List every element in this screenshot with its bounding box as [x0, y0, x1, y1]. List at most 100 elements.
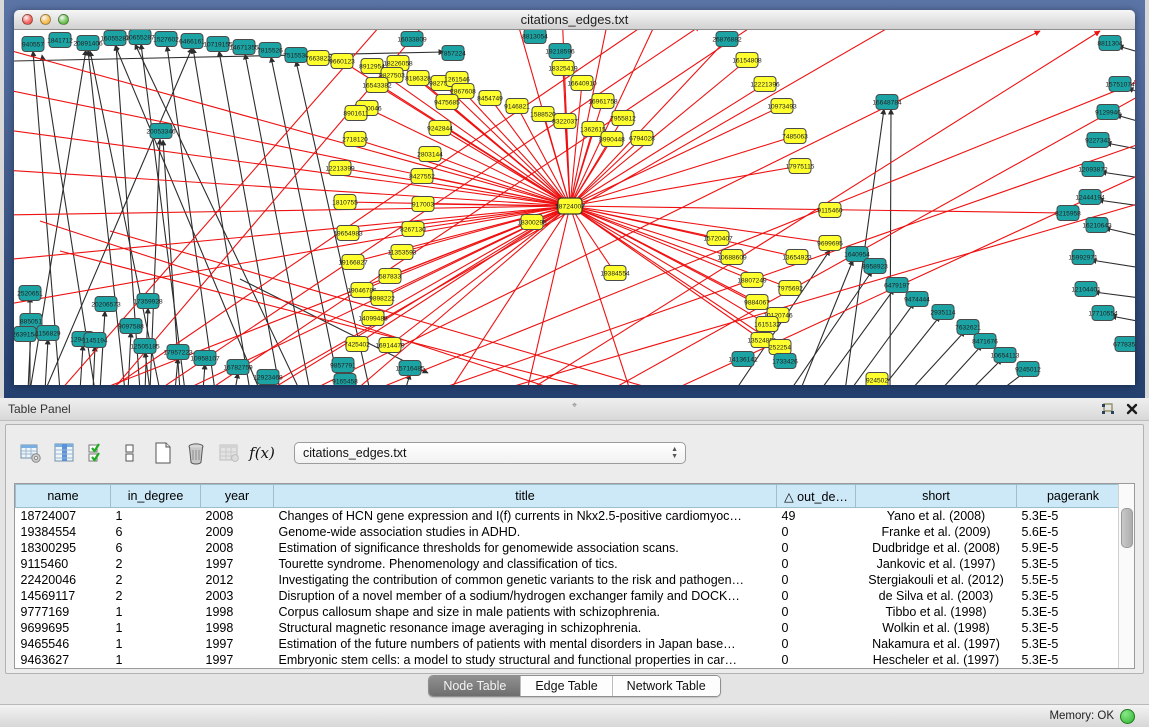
graph-node[interactable]: 12923468	[253, 370, 283, 385]
graph-node[interactable]: 1527602	[153, 32, 179, 47]
graph-node[interactable]: 15720407	[703, 231, 733, 246]
graph-node[interactable]: 9699695	[817, 236, 843, 251]
graph-node[interactable]: 9146821	[504, 99, 530, 114]
graph-node[interactable]: 20053346	[146, 124, 176, 139]
table-cell[interactable]: Tourette syndrome. Phenomenology and cla…	[274, 556, 777, 572]
table-combobox[interactable]: citations_edges.txt ▲▼	[294, 442, 686, 464]
graph-node[interactable]: 16210643	[1082, 218, 1112, 233]
graph-node[interactable]: 8958923	[862, 259, 888, 274]
graph-node[interactable]: 20206573	[91, 297, 121, 312]
column-header-in_degree[interactable]: in_degree	[111, 485, 201, 508]
graph-node[interactable]: 13654923	[782, 250, 812, 265]
table-cell[interactable]: 2	[111, 556, 201, 572]
graph-node[interactable]: 12444194	[1075, 190, 1105, 205]
table-cell[interactable]: 0	[777, 556, 856, 572]
graph-node[interactable]: 12213399	[325, 161, 355, 176]
table-cell[interactable]: 2003	[201, 588, 274, 604]
table-row[interactable]: 1872400712008Changes of HCN gene express…	[16, 508, 1130, 525]
tab-node-table[interactable]: Node Table	[429, 676, 520, 696]
graph-node[interactable]: 8990448	[599, 132, 625, 147]
table-cell[interactable]: 6	[111, 524, 201, 540]
graph-node[interactable]: 10973493	[767, 99, 797, 114]
table-cell[interactable]: 49	[777, 508, 856, 525]
table-cell[interactable]: Dudbridge et al. (2008)	[856, 540, 1017, 556]
table-cell[interactable]: 9777169	[16, 604, 111, 620]
table-cell[interactable]: Disruption of a novel member of a sodium…	[274, 588, 777, 604]
table-cell[interactable]: Yano et al. (2008)	[856, 508, 1017, 525]
table-cell[interactable]: Hescheler et al. (1997)	[856, 652, 1017, 668]
graph-node[interactable]: 6466161	[179, 34, 205, 49]
table-row[interactable]: 1830029562008Estimation of significance …	[16, 540, 1130, 556]
graph-node[interactable]: 8427552	[409, 169, 435, 184]
float-panel-icon[interactable]	[1099, 401, 1117, 417]
graph-node[interactable]: 1615132	[754, 317, 780, 332]
graph-node[interactable]: 9857791	[330, 358, 356, 373]
graph-node[interactable]: 17710554	[1088, 306, 1118, 321]
new-table-icon[interactable]	[148, 438, 178, 468]
table-cell[interactable]: 19384554	[16, 524, 111, 540]
graph-node[interactable]: 8813054	[522, 30, 548, 44]
graph-node[interactable]: 1810755	[332, 195, 358, 210]
table-cell[interactable]: 18724007	[16, 508, 111, 525]
table-cell[interactable]: 5.5E-5	[1017, 572, 1130, 588]
graph-node[interactable]: 8267130	[400, 222, 426, 237]
column-header-out_de[interactable]: △ out_de…	[777, 485, 856, 508]
graph-node[interactable]: 19384554	[600, 266, 630, 281]
graph-node[interactable]: 9097588	[118, 319, 144, 334]
table-cell[interactable]: 1	[111, 652, 201, 668]
table-row[interactable]: 977716911998Corpus callosum shape and si…	[16, 604, 1130, 620]
citation-network-graph[interactable]: 9405571841712208914061605528710655287152…	[14, 30, 1135, 385]
column-header-pagerank[interactable]: pagerank	[1017, 485, 1130, 508]
graph-node[interactable]: 10688609	[717, 250, 747, 265]
graph-node[interactable]: 7975692	[777, 281, 803, 296]
graph-node[interactable]: 9115460	[817, 203, 843, 218]
table-cell[interactable]: 0	[777, 604, 856, 620]
graph-node[interactable]: 16543382	[362, 78, 392, 93]
minimize-window-button[interactable]	[40, 14, 51, 25]
table-cell[interactable]: 0	[777, 572, 856, 588]
function-builder-icon[interactable]: f(x)	[247, 438, 277, 468]
graph-node[interactable]: 16033809	[397, 32, 427, 47]
graph-node[interactable]: 917003	[412, 197, 434, 212]
graph-node[interactable]: 6479197	[884, 278, 910, 293]
memory-status-indicator[interactable]	[1120, 709, 1135, 724]
table-cell[interactable]: 2009	[201, 524, 274, 540]
graph-node[interactable]: 2520651	[17, 286, 43, 301]
table-cell[interactable]: 9115460	[16, 556, 111, 572]
graph-node[interactable]: 7955812	[610, 111, 636, 126]
column-header-year[interactable]: year	[201, 485, 274, 508]
graph-node[interactable]: 7663822	[305, 51, 331, 66]
table-cell[interactable]: 0	[777, 524, 856, 540]
table-cell[interactable]: Genome-wide association studies in ADHD.	[274, 524, 777, 540]
table-cell[interactable]: 2008	[201, 508, 274, 525]
column-header-title[interactable]: title	[274, 485, 777, 508]
graph-node[interactable]: 9660123	[329, 54, 355, 69]
graph-node[interactable]: 1733426	[772, 354, 798, 369]
table-scrollbar-thumb[interactable]	[1121, 508, 1133, 548]
table-cell[interactable]: 0	[777, 540, 856, 556]
table-cell[interactable]: 0	[777, 588, 856, 604]
table-cell[interactable]: 9465546	[16, 636, 111, 652]
graph-node[interactable]: 10655287	[125, 30, 155, 45]
table-cell[interactable]: 5.3E-5	[1017, 604, 1130, 620]
graph-node[interactable]: 18807249	[737, 273, 767, 288]
graph-node[interactable]: 15992971	[1068, 250, 1098, 265]
graph-node[interactable]: 9165458	[332, 374, 358, 386]
graph-node[interactable]: 9245012	[1015, 362, 1041, 377]
node-table-grid[interactable]: namein_degreeyeartitle△ out_de…shortpage…	[15, 484, 1130, 668]
graph-node[interactable]: 19654983	[333, 226, 363, 241]
panel-resize-handle[interactable]: ⌖	[572, 400, 577, 411]
column-header-name[interactable]: name	[16, 485, 111, 508]
graph-node[interactable]: 8901611	[343, 106, 369, 121]
graph-node[interactable]: 7632621	[955, 320, 981, 335]
graph-node[interactable]: 940557	[22, 37, 44, 52]
graph-node[interactable]: 10654113	[991, 348, 1020, 363]
graph-node[interactable]: 2935114	[930, 305, 956, 320]
graph-node[interactable]: 16782759	[223, 360, 253, 375]
graph-node[interactable]: 7815526	[257, 43, 283, 58]
graph-node[interactable]: 10958107	[190, 351, 220, 366]
graph-node[interactable]: 8811304	[1097, 36, 1123, 51]
table-cell[interactable]: Embryonic stem cells: a model to study s…	[274, 652, 777, 668]
table-cell[interactable]: 0	[777, 636, 856, 652]
table-cell[interactable]: 5.3E-5	[1017, 652, 1130, 668]
